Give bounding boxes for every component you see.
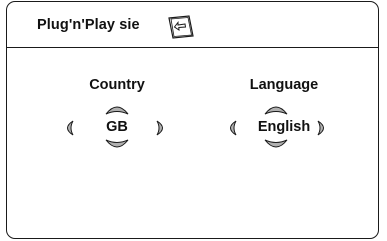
menu-title: Plug'n'Play sie (37, 17, 140, 33)
plug-and-play-menu: Plug'n'Play sie Country GB Language Engl… (6, 1, 379, 239)
country-down-arrow-icon[interactable] (105, 139, 129, 150)
language-value[interactable]: English (245, 119, 323, 135)
country-up-arrow-icon[interactable] (105, 104, 129, 115)
language-down-arrow-icon[interactable] (264, 139, 288, 150)
language-up-arrow-icon[interactable] (264, 104, 288, 115)
country-right-arrow-icon[interactable] (155, 120, 166, 136)
country-label: Country (89, 77, 145, 93)
menu-header: Plug'n'Play sie (7, 2, 378, 48)
country-value[interactable]: GB (97, 119, 137, 135)
country-left-arrow-icon[interactable] (64, 120, 75, 136)
language-left-arrow-icon[interactable] (227, 120, 238, 136)
language-label: Language (249, 77, 319, 93)
page-corner-arrow-icon[interactable] (167, 15, 195, 39)
language-right-arrow-icon[interactable] (316, 120, 327, 136)
